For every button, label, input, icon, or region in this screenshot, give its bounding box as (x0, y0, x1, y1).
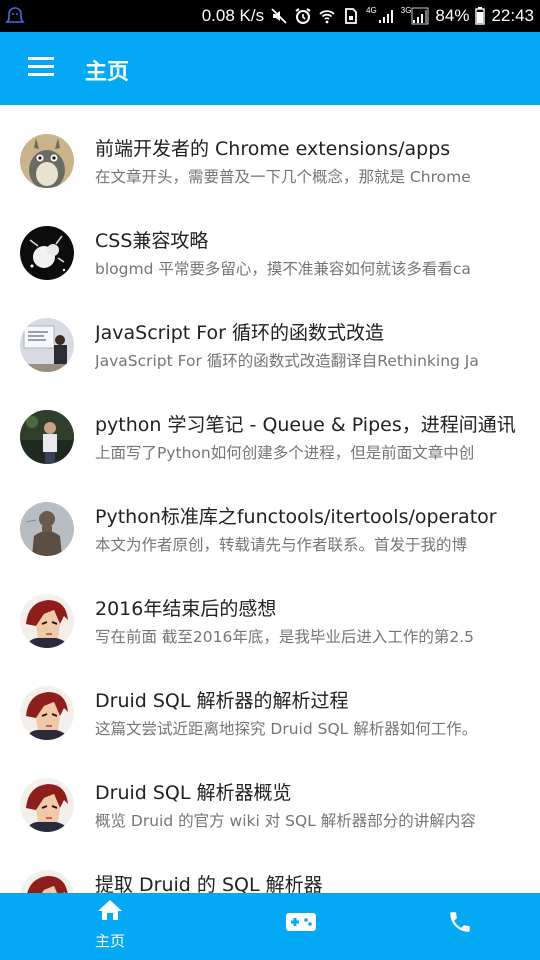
alarm-icon (294, 7, 312, 25)
list-item[interactable]: python 学习笔记 - Queue & Pipes，进程间通讯上面写了Pyt… (0, 381, 540, 473)
list-item[interactable]: CSS兼容攻略 blogmd 平常要多留心，摸不准兼容如何就该多看看ca (0, 197, 540, 289)
sim-icon (342, 7, 360, 25)
list-item[interactable]: Python标准库之functools/itertools/operator 本文… (0, 473, 540, 565)
tab-home-label: 主页 (94, 932, 125, 950)
article-list[interactable]: 前端开发者的 Chrome extensions/apps 在文章开头，需要普及一… (0, 105, 540, 893)
network-3g-label: 3G (400, 6, 412, 15)
phone-icon (450, 912, 470, 932)
article-summary: blogmd 平常要多留心，摸不准兼容如何就该多看看ca (95, 260, 471, 278)
avatar (20, 502, 74, 556)
article-summary: 在文章开头，需要普及一下几个概念，那就是 Chrome (95, 168, 471, 186)
article-summary: 概览 Druid 的官方 wiki 对 SQL 解析器部分的讲解内容 (95, 812, 476, 830)
bottom-nav: 主页 (0, 893, 540, 960)
list-item[interactable]: 2016年结束后的感想写在前面 截至2016年底，是我毕业后进入工作的第2.5 (0, 565, 540, 657)
list-item[interactable]: 前端开发者的 Chrome extensions/apps 在文章开头，需要普及一… (0, 105, 540, 197)
home-icon (98, 900, 122, 920)
app-bar: 主页 (0, 32, 540, 105)
article-title: 前端开发者的 Chrome extensions/apps (95, 138, 451, 160)
mute-icon (270, 7, 288, 25)
article-summary: 上面写了Python如何创建多个进程，但是前面文章中创 (95, 444, 475, 462)
avatar (20, 410, 74, 464)
notification-icon (4, 5, 26, 27)
avatar (20, 226, 74, 280)
article-summary: 本文为作者原创，转载请先与作者联系。首发于我的博 (95, 536, 468, 554)
avatar (20, 134, 74, 188)
article-summary: JavaScript For 循环的函数式改造翻译自Rethinking Ja (95, 352, 479, 370)
article-summary: 写在前面 截至2016年底，是我毕业后进入工作的第2.5 (95, 628, 475, 646)
network-4g-label: 4G (366, 6, 377, 15)
article-title: python 学习笔记 - Queue & Pipes，进程间通讯 (95, 414, 516, 436)
article-title: JavaScript For 循环的函数式改造 (95, 322, 385, 344)
clock: 22:43 (491, 6, 534, 25)
article-title: Druid SQL 解析器概览 (95, 782, 292, 804)
avatar (20, 594, 74, 648)
signal-icon (411, 7, 429, 25)
avatar (20, 318, 74, 372)
list-item[interactable]: Druid SQL 解析器的解析过程这篇文尝试近距离地探究 Druid SQL … (0, 657, 540, 749)
avatar (20, 686, 74, 740)
article-title: Python标准库之functools/itertools/operator (95, 506, 497, 528)
article-summary: 这篇文尝试近距离地探究 Druid SQL 解析器如何工作。 (95, 720, 478, 738)
article-title: 提取 Druid 的 SQL 解析器 (95, 874, 323, 893)
list-item[interactable]: Druid SQL 解析器概览概览 Druid 的官方 wiki 对 SQL 解… (0, 749, 540, 841)
signal-icon (377, 7, 395, 25)
list-item[interactable]: JavaScript For 循环的函数式改造 JavaScript For 循环… (0, 289, 540, 381)
wifi-icon (318, 7, 336, 25)
tab-home[interactable]: 主页 (20, 893, 200, 960)
gamepad-icon (286, 913, 316, 931)
tab-phone[interactable] (360, 893, 540, 960)
article-title: CSS兼容攻略 (95, 230, 209, 252)
network-speed: 0.08 K/s (201, 6, 265, 25)
avatar (20, 778, 74, 832)
page-title: 主页 (85, 60, 130, 85)
status-bar: 0.08 K/s 4G 3G 84% 22:43 (0, 0, 540, 32)
battery-percent: 84% (435, 6, 470, 25)
article-title: 2016年结束后的感想 (95, 598, 277, 620)
article-title: Druid SQL 解析器的解析过程 (95, 690, 349, 712)
list-item[interactable]: 提取 Druid 的 SQL 解析器 (0, 841, 540, 893)
battery-icon (475, 7, 486, 25)
menu-icon[interactable] (28, 57, 54, 79)
avatar (20, 870, 74, 893)
